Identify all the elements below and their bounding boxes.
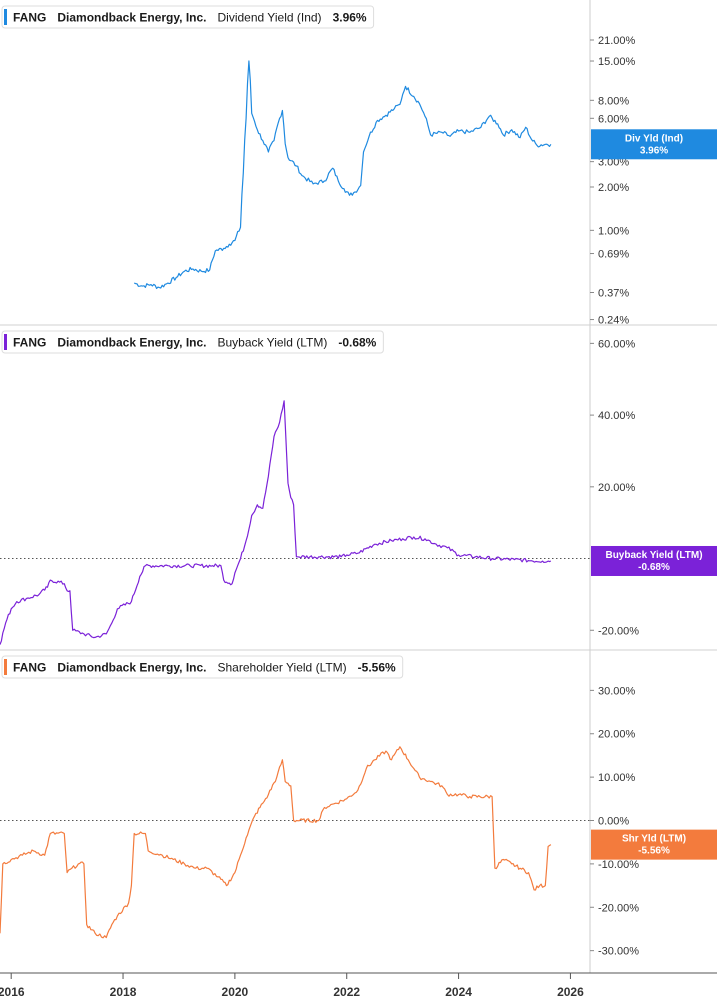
y-tick-label: 8.00% — [598, 95, 629, 107]
legend-metric: Dividend Yield (Ind) — [218, 11, 322, 25]
last-value-tag: Shr Yld (LTM)-5.56% — [591, 829, 717, 860]
x-tick-label: 2022 — [333, 985, 360, 999]
legend-ticker: FANG — [13, 336, 46, 350]
x-tick-label: 2024 — [445, 985, 472, 999]
legend-swatch — [4, 659, 7, 675]
last-value-tag: Buyback Yield (LTM)-0.68% — [591, 545, 717, 576]
legend-value: -0.68% — [338, 336, 376, 350]
last-value-tag-label: Shr Yld (LTM) — [622, 834, 686, 845]
legend-ticker: FANG — [13, 661, 46, 675]
legend: FANG Diamondback Energy, Inc. Dividend Yie… — [1, 5, 375, 29]
chart-panel-3: 30.00% 20.00% 10.00% 0.00% -10.00% -20.00% -30… — [0, 649, 717, 958]
last-value-tag-value: 3.96% — [640, 145, 668, 156]
y-tick-label: 15.00% — [598, 56, 636, 68]
y-tick-label: 6.00% — [598, 113, 629, 125]
legend-swatch — [4, 334, 7, 350]
legend-company: Diamondback Energy, Inc. — [57, 336, 206, 350]
y-tick-label: 60.00% — [598, 338, 636, 350]
y-tick-label: 10.00% — [598, 772, 636, 784]
y-tick-label: 30.00% — [598, 685, 636, 697]
chart-panel-1: 21.00%15.00%8.00%6.00%3.00%2.00%1.00%0.6… — [1, 5, 717, 327]
last-value-tag-label: Buyback Yield (LTM) — [605, 550, 702, 561]
y-tick-label: 21.00% — [598, 35, 636, 47]
last-value-tag-label: Div Yld (Ind) — [625, 133, 683, 144]
legend-value: 3.96% — [333, 11, 367, 25]
y-tick-label: 0.00% — [598, 816, 629, 828]
x-tick-label: 2016 — [0, 985, 25, 999]
last-value-tag-value: -5.56% — [638, 846, 670, 857]
y-tick-label: 40.00% — [598, 410, 636, 422]
y-tick-label: -20.00% — [598, 625, 639, 637]
y-tick-label: -10.00% — [598, 859, 639, 871]
stacked-yield-charts: 21.00%15.00%8.00%6.00%3.00%2.00%1.00%0.6… — [0, 0, 717, 999]
last-value-tag-value: -0.68% — [638, 562, 670, 573]
legend-metric: Buyback Yield (LTM) — [218, 336, 328, 350]
series-line — [0, 746, 552, 939]
legend-metric: Shareholder Yield (LTM) — [218, 661, 347, 675]
y-tick-label: -20.00% — [598, 902, 639, 914]
y-tick-label: 0.69% — [598, 249, 629, 261]
legend-swatch — [4, 9, 7, 25]
y-tick-label: -30.00% — [598, 946, 639, 958]
x-tick-label: 2020 — [222, 985, 249, 999]
legend-value: -5.56% — [358, 661, 396, 675]
y-tick-label: 20.00% — [598, 482, 636, 494]
series-line — [0, 400, 552, 645]
legend-ticker: FANG — [13, 11, 46, 25]
y-tick-label: 0.37% — [598, 287, 629, 299]
chart-panel-2: 60.00% 40.00% 20.00% -20.00% FANG Diamondback… — [0, 324, 717, 645]
x-axis: 2016 2018 2020 2022 2024 2026 — [0, 973, 584, 999]
y-tick-label: 2.00% — [598, 182, 629, 194]
y-tick-label: 1.00% — [598, 225, 629, 237]
x-tick-label: 2026 — [557, 985, 584, 999]
legend: FANG Diamondback Energy, Inc. Shareholder … — [1, 655, 404, 679]
x-tick-label: 2018 — [110, 985, 137, 999]
legend-company: Diamondback Energy, Inc. — [57, 661, 206, 675]
series-line — [133, 60, 552, 290]
last-value-tag: Div Yld (Ind)3.96% — [591, 129, 717, 160]
legend-company: Diamondback Energy, Inc. — [57, 11, 206, 25]
y-tick-label: 20.00% — [598, 729, 636, 741]
legend: FANG Diamondback Energy, Inc. Buyback Yiel… — [1, 330, 384, 354]
